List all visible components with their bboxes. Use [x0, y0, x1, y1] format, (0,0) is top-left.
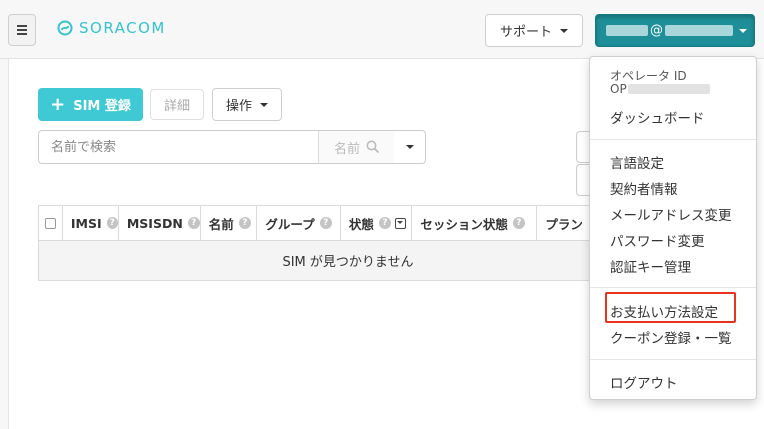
- column-header-session-status[interactable]: セッション状態?: [412, 206, 538, 240]
- menu-toggle-button[interactable]: [8, 14, 36, 46]
- menu-item-change-password[interactable]: パスワード変更: [610, 230, 705, 250]
- soracom-logo-icon: [57, 20, 73, 36]
- user-dropdown-menu: オペレータ ID OP ダッシュボード 言語設定 契約者情報 メールアドレス変更…: [589, 56, 757, 400]
- search-box: 名前: [38, 130, 395, 164]
- menu-item-contract-info[interactable]: 契約者情報: [610, 178, 678, 198]
- help-icon[interactable]: ?: [106, 217, 118, 229]
- search-icon: [366, 140, 380, 154]
- menu-item-language[interactable]: 言語設定: [610, 152, 664, 172]
- search-options-button[interactable]: [394, 130, 426, 164]
- redacted-text: [606, 25, 648, 36]
- caret-down-icon: [739, 28, 747, 33]
- search-field-label: 名前: [333, 141, 360, 157]
- details-button[interactable]: 詳細: [150, 89, 204, 120]
- menu-item-coupons[interactable]: クーポン登録・一覧: [610, 327, 732, 347]
- redacted-text: [665, 25, 733, 36]
- caret-down-icon: [260, 102, 268, 107]
- menu-divider: [590, 359, 756, 360]
- search-input[interactable]: [39, 131, 317, 163]
- add-sim-button[interactable]: + SIM 登録: [38, 88, 143, 121]
- help-icon[interactable]: ?: [238, 217, 251, 229]
- column-header-msisdn[interactable]: MSISDN?: [119, 206, 201, 240]
- empty-table-message: SIM が見つかりません: [39, 241, 597, 280]
- soracom-logo[interactable]: SORACOM: [57, 19, 166, 37]
- operations-dropdown-button[interactable]: 操作: [212, 88, 282, 121]
- sim-table: IMSI? MSISDN? 名前? グループ? 状態? セッション状態? プラン…: [38, 205, 598, 281]
- column-header-imsi[interactable]: IMSI?: [63, 206, 119, 240]
- menu-item-change-email[interactable]: メールアドレス変更: [610, 204, 732, 224]
- help-icon[interactable]: ?: [512, 217, 525, 229]
- user-email-at: @: [650, 23, 663, 38]
- add-sim-label: SIM 登録: [73, 99, 131, 114]
- help-icon[interactable]: ?: [187, 217, 200, 229]
- highlight-box: [605, 292, 736, 323]
- support-label: サポート: [499, 25, 552, 40]
- menu-item-dashboard[interactable]: ダッシュボード: [610, 107, 705, 127]
- menu-divider: [590, 139, 756, 140]
- hamburger-icon: [17, 25, 27, 35]
- menu-divider: [590, 287, 756, 288]
- top-navbar: SORACOM サポート @: [0, 0, 764, 59]
- help-icon[interactable]: ?: [319, 217, 332, 229]
- logo-text: SORACOM: [79, 19, 166, 37]
- menu-item-auth-keys[interactable]: 認証キー管理: [610, 256, 691, 276]
- table-header: IMSI? MSISDN? 名前? グループ? 状態? セッション状態? プラン: [39, 206, 597, 241]
- select-all-cell: [39, 206, 63, 240]
- menu-item-logout[interactable]: ログアウト: [610, 372, 678, 392]
- caret-down-icon: [560, 28, 568, 33]
- operations-label: 操作: [225, 99, 252, 114]
- caret-down-icon: [405, 145, 414, 149]
- select-all-checkbox[interactable]: [45, 217, 56, 229]
- operator-id-value: OP: [610, 82, 710, 96]
- column-header-name[interactable]: 名前?: [201, 206, 258, 240]
- filter-icon[interactable]: [394, 217, 406, 229]
- user-menu-button[interactable]: @: [595, 14, 755, 47]
- column-header-status[interactable]: 状態?: [341, 206, 413, 240]
- redacted-text: [627, 84, 710, 94]
- search-field-addon[interactable]: 名前: [318, 131, 395, 163]
- help-icon[interactable]: ?: [378, 217, 391, 229]
- details-label: 詳細: [163, 99, 190, 114]
- support-dropdown-button[interactable]: サポート: [485, 14, 583, 47]
- column-header-group[interactable]: グループ?: [257, 206, 341, 240]
- plus-icon: +: [50, 94, 66, 115]
